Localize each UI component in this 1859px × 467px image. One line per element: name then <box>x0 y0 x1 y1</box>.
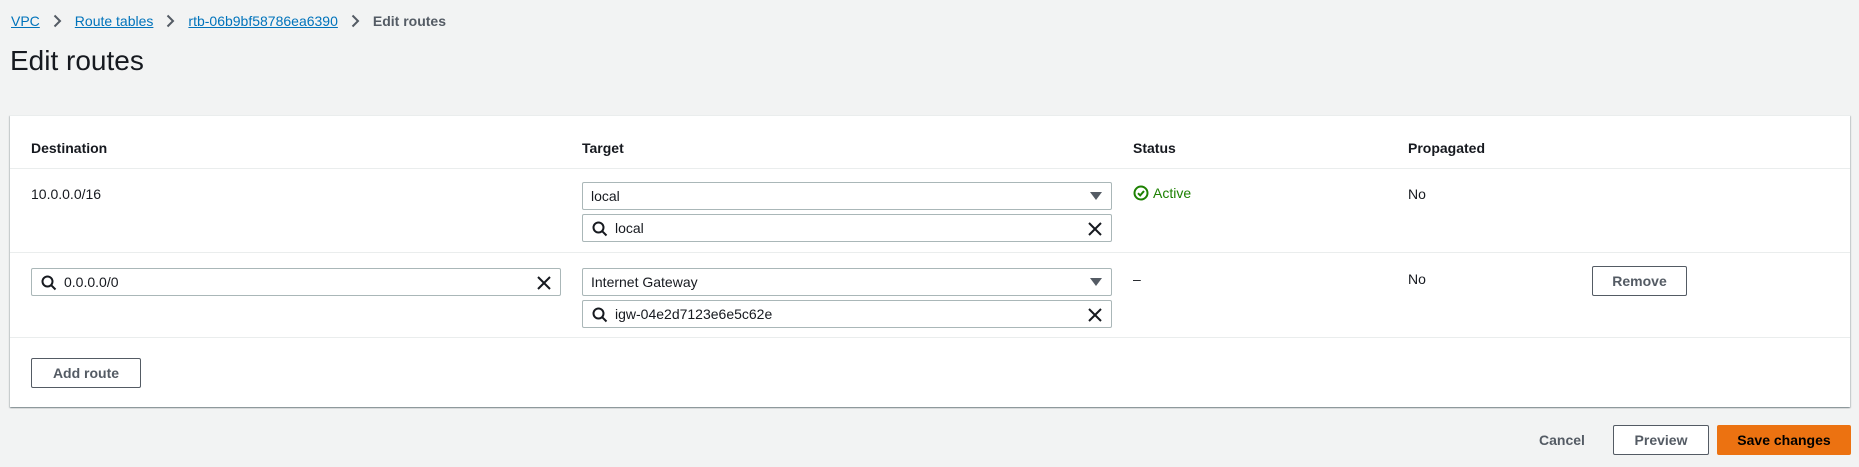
clear-icon[interactable] <box>1087 307 1103 326</box>
target-id-input-value: igw-04e2d7123e6e5c62e <box>615 306 773 322</box>
caret-down-icon <box>1090 192 1102 200</box>
status-text: Active <box>1153 185 1192 201</box>
target-type-select-value: local <box>591 188 620 204</box>
chevron-right-icon <box>53 14 62 28</box>
target-type-select-value: Internet Gateway <box>591 274 698 290</box>
save-changes-button[interactable]: Save changes <box>1717 425 1851 455</box>
status-badge: Active <box>1133 185 1191 201</box>
search-icon <box>592 307 608 326</box>
route-destination-text: 10.0.0.0/16 <box>31 186 102 202</box>
breadcrumb-link-route-tables[interactable]: Route tables <box>75 13 154 29</box>
search-icon <box>41 275 57 294</box>
clear-icon[interactable] <box>1087 221 1103 240</box>
row-divider <box>10 337 1850 338</box>
target-type-select[interactable]: local <box>582 182 1112 210</box>
propagated-text: No <box>1408 271 1426 287</box>
breadcrumb-link-vpc[interactable]: VPC <box>11 13 40 29</box>
target-id-input[interactable]: local <box>582 214 1112 242</box>
target-id-input-value: local <box>615 220 644 236</box>
search-icon <box>592 221 608 240</box>
breadcrumb-current: Edit routes <box>372 13 446 29</box>
page-title: Edit routes <box>10 45 144 76</box>
row-divider <box>10 168 1850 169</box>
row-divider <box>10 252 1850 253</box>
target-type-select[interactable]: Internet Gateway <box>582 268 1112 296</box>
target-id-input[interactable]: igw-04e2d7123e6e5c62e <box>582 300 1112 328</box>
caret-down-icon <box>1090 278 1102 286</box>
chevron-right-icon <box>166 14 175 28</box>
column-header-status: Status <box>1133 140 1176 156</box>
routes-table-panel: Destination Target Status Propagated 10.… <box>10 115 1850 407</box>
breadcrumb: VPC Route tables rtb-06b9bf58786ea6390 E… <box>11 13 446 29</box>
remove-route-button[interactable]: Remove <box>1592 266 1687 296</box>
chevron-right-icon <box>351 14 360 28</box>
cancel-button[interactable]: Cancel <box>1539 432 1585 448</box>
propagated-text: No <box>1408 186 1426 202</box>
check-circle-icon <box>1133 185 1149 201</box>
destination-input[interactable]: 0.0.0.0/0 <box>31 268 561 296</box>
preview-button[interactable]: Preview <box>1613 425 1709 455</box>
breadcrumb-link-route-table-id[interactable]: rtb-06b9bf58786ea6390 <box>188 13 337 29</box>
column-header-target: Target <box>582 140 624 156</box>
column-header-destination: Destination <box>31 140 108 156</box>
clear-icon[interactable] <box>536 275 552 294</box>
add-route-button[interactable]: Add route <box>31 358 141 388</box>
status-text: – <box>1133 271 1141 287</box>
column-header-propagated: Propagated <box>1408 140 1486 156</box>
destination-input-value: 0.0.0.0/0 <box>64 274 119 290</box>
